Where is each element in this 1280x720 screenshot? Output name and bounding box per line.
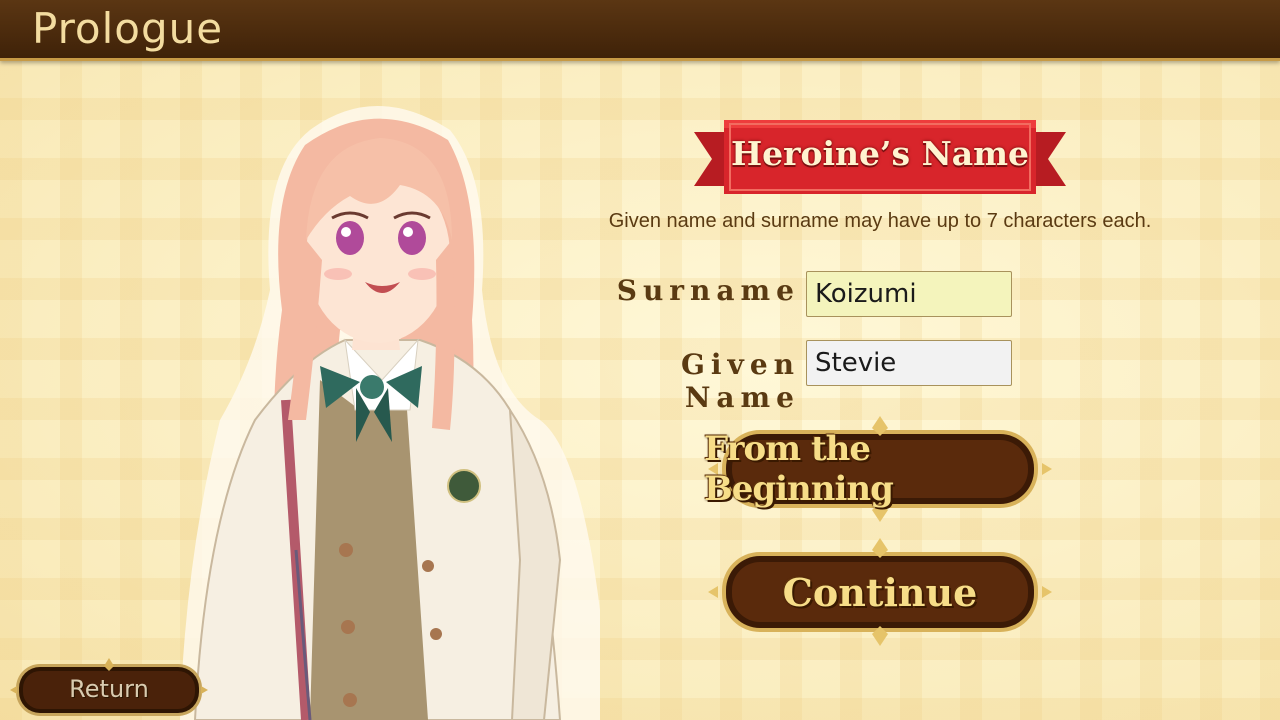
heroine-portrait — [180, 106, 600, 720]
ribbon-title: Heroine’s Name — [730, 134, 1030, 173]
given-name-label: Given Name — [681, 348, 800, 414]
return-label: Return — [69, 675, 149, 703]
continue-button[interactable]: Continue — [704, 538, 1056, 646]
from-beginning-button[interactable]: From the Beginning — [704, 414, 1056, 524]
surname-label: Surname — [616, 274, 800, 307]
header-bar: Prologue — [0, 0, 1280, 61]
given-name-field[interactable]: Stevie — [806, 340, 1012, 386]
return-button[interactable]: Return — [10, 658, 208, 720]
page-title: Prologue — [32, 4, 224, 53]
continue-label: Continue — [782, 569, 978, 615]
name-instructions: Given name and surname may have up to 7 … — [608, 210, 1152, 232]
surname-field[interactable]: Koizumi — [806, 271, 1012, 317]
from-beginning-label: From the Beginning — [704, 429, 894, 509]
